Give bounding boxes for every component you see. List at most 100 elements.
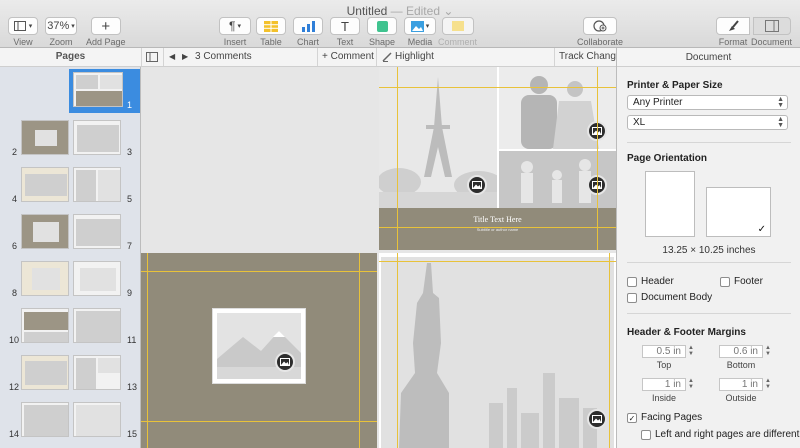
image-placeholder xyxy=(100,75,122,89)
layout-guide xyxy=(397,67,398,250)
previous-comment-icon[interactable]: ◀ xyxy=(169,48,175,66)
view-button[interactable]: ▾ xyxy=(8,17,38,35)
page-thumbnail-7[interactable] xyxy=(73,214,121,249)
margins-section-title: Header & Footer Margins xyxy=(627,327,746,338)
divider xyxy=(376,48,377,66)
chart-control[interactable]: Chart xyxy=(293,17,323,47)
document-canvas[interactable]: Title Text Here Subtitle or author name xyxy=(141,67,616,448)
page-thumbnail-10[interactable] xyxy=(21,308,69,343)
insert-button[interactable]: ¶ ▾ xyxy=(219,17,251,35)
add-comment-button[interactable]: + Comment xyxy=(322,48,374,66)
title-banner[interactable]: Title Text Here Subtitle or author name xyxy=(379,208,616,250)
bottom-margin-input[interactable]: 0.6 in xyxy=(719,345,763,358)
format-button[interactable] xyxy=(716,17,750,35)
add-page-control[interactable]: + Add Page xyxy=(86,17,126,47)
checkbox-box xyxy=(627,276,637,287)
page-number: 7 xyxy=(127,241,133,251)
top-margin-stepper[interactable]: ▲ ▼ xyxy=(687,345,695,358)
page-thumbnail-5[interactable] xyxy=(73,167,121,202)
landscape-orientation-button[interactable]: ✓ xyxy=(706,187,771,237)
comment-control[interactable]: Comment xyxy=(438,17,477,47)
checkbox-box xyxy=(641,429,651,440)
page-2[interactable] xyxy=(141,253,377,448)
page-thumbnail-3[interactable] xyxy=(73,120,121,155)
page-thumbnail-13[interactable] xyxy=(73,355,121,390)
orientation-section-title: Page Orientation xyxy=(627,153,708,164)
table-control[interactable]: Table xyxy=(256,17,286,47)
page-thumbnails-sidebar[interactable]: 1 2 3 4 5 6 7 8 9 10 11 12 13 14 15 xyxy=(0,67,141,448)
sidebar-toggle-icon[interactable] xyxy=(146,48,158,66)
printer-select[interactable]: Any Printer ▲ ▼ xyxy=(627,95,788,110)
zoom-control[interactable]: 37% ▾ Zoom xyxy=(45,17,77,47)
media-placeholder-icon[interactable] xyxy=(275,352,295,372)
page-thumbnail-9[interactable] xyxy=(73,261,121,296)
bottom-margin-stepper[interactable]: ▲ ▼ xyxy=(764,345,772,358)
bottom-margin-label: Bottom xyxy=(726,360,756,370)
collaborate-control[interactable]: Collaborate xyxy=(577,17,623,47)
portrait-orientation-button[interactable] xyxy=(645,171,695,237)
image-placeholder xyxy=(80,268,116,291)
media-placeholder-icon[interactable] xyxy=(467,175,487,195)
page-3[interactable] xyxy=(379,253,616,448)
left-right-different-checkbox[interactable]: Left and right pages are different xyxy=(641,429,799,440)
collaborate-button[interactable] xyxy=(583,17,618,35)
header-checkbox[interactable]: Header xyxy=(627,276,674,287)
highlight-button[interactable]: Highlight xyxy=(395,48,434,66)
page-thumbnail-12[interactable] xyxy=(21,355,69,390)
document-control[interactable]: Document xyxy=(751,17,792,47)
page-number: 6 xyxy=(12,241,18,251)
inspector-tab-document[interactable]: Document xyxy=(617,48,800,67)
chevron-down-icon: ▾ xyxy=(28,23,33,30)
view-control[interactable]: ▾ View xyxy=(8,17,38,47)
page-number: 10 xyxy=(9,335,20,345)
comments-count[interactable]: 3 Comments xyxy=(195,48,252,66)
add-page-button[interactable]: + xyxy=(90,17,121,35)
photo-icon xyxy=(410,20,424,32)
outside-margin-input[interactable]: 1 in xyxy=(719,378,763,391)
format-control[interactable]: Format xyxy=(716,17,750,47)
inside-margin-input[interactable]: 1 in xyxy=(642,378,686,391)
document-body-checkbox[interactable]: Document Body xyxy=(627,292,712,303)
inside-margin-stepper[interactable]: ▲ ▼ xyxy=(687,378,695,391)
page-thumbnail-6[interactable] xyxy=(21,214,69,249)
image-placeholder xyxy=(76,405,120,436)
highlight-icon[interactable] xyxy=(382,48,392,66)
page-thumbnail-15[interactable] xyxy=(73,402,121,437)
facing-pages-checkbox[interactable]: ✓ Facing Pages xyxy=(627,412,702,423)
text-button[interactable]: T xyxy=(330,17,360,35)
media-control[interactable]: ▾ Media xyxy=(404,17,436,47)
outside-margin-stepper[interactable]: ▲ ▼ xyxy=(764,378,772,391)
chart-button[interactable] xyxy=(293,17,323,35)
layout-guide xyxy=(379,261,616,262)
image-placeholder xyxy=(35,130,57,146)
zoom-select[interactable]: 37% ▾ xyxy=(45,17,77,35)
page-1[interactable]: Title Text Here Subtitle or author name xyxy=(379,67,616,250)
title-text-placeholder[interactable]: Title Text Here xyxy=(379,215,616,224)
next-comment-icon[interactable]: ▶ xyxy=(182,48,188,66)
paper-size-select[interactable]: XL ▲ ▼ xyxy=(627,115,788,130)
page-thumbnail-1[interactable] xyxy=(73,72,123,107)
footer-checkbox[interactable]: Footer xyxy=(720,276,763,287)
comment-button[interactable] xyxy=(441,17,474,35)
image-placeholder xyxy=(32,268,60,290)
document-button[interactable] xyxy=(752,17,791,35)
media-button[interactable]: ▾ xyxy=(404,17,436,35)
stepper-arrows-icon: ▲ ▼ xyxy=(777,116,784,129)
page-thumbnail-14[interactable] xyxy=(21,402,69,437)
page-thumbnail-4[interactable] xyxy=(21,167,69,202)
top-margin-input[interactable]: 0.5 in xyxy=(642,345,686,358)
text-box-icon: T xyxy=(341,18,349,34)
media-placeholder-icon[interactable] xyxy=(587,409,607,429)
insert-control[interactable]: ¶ ▾ Insert xyxy=(219,17,251,47)
text-control[interactable]: T Text xyxy=(330,17,360,47)
page-number: 9 xyxy=(127,288,133,298)
page-thumbnail-2[interactable] xyxy=(21,120,69,155)
framed-image-placeholder[interactable] xyxy=(212,308,306,384)
page-thumbnail-11[interactable] xyxy=(73,308,121,343)
image-placeholder xyxy=(24,332,68,342)
image-placeholder xyxy=(77,125,119,152)
page-thumbnail-8[interactable] xyxy=(21,261,69,296)
shape-control[interactable]: Shape xyxy=(367,17,397,47)
shape-button[interactable] xyxy=(367,17,397,35)
table-button[interactable] xyxy=(256,17,286,35)
